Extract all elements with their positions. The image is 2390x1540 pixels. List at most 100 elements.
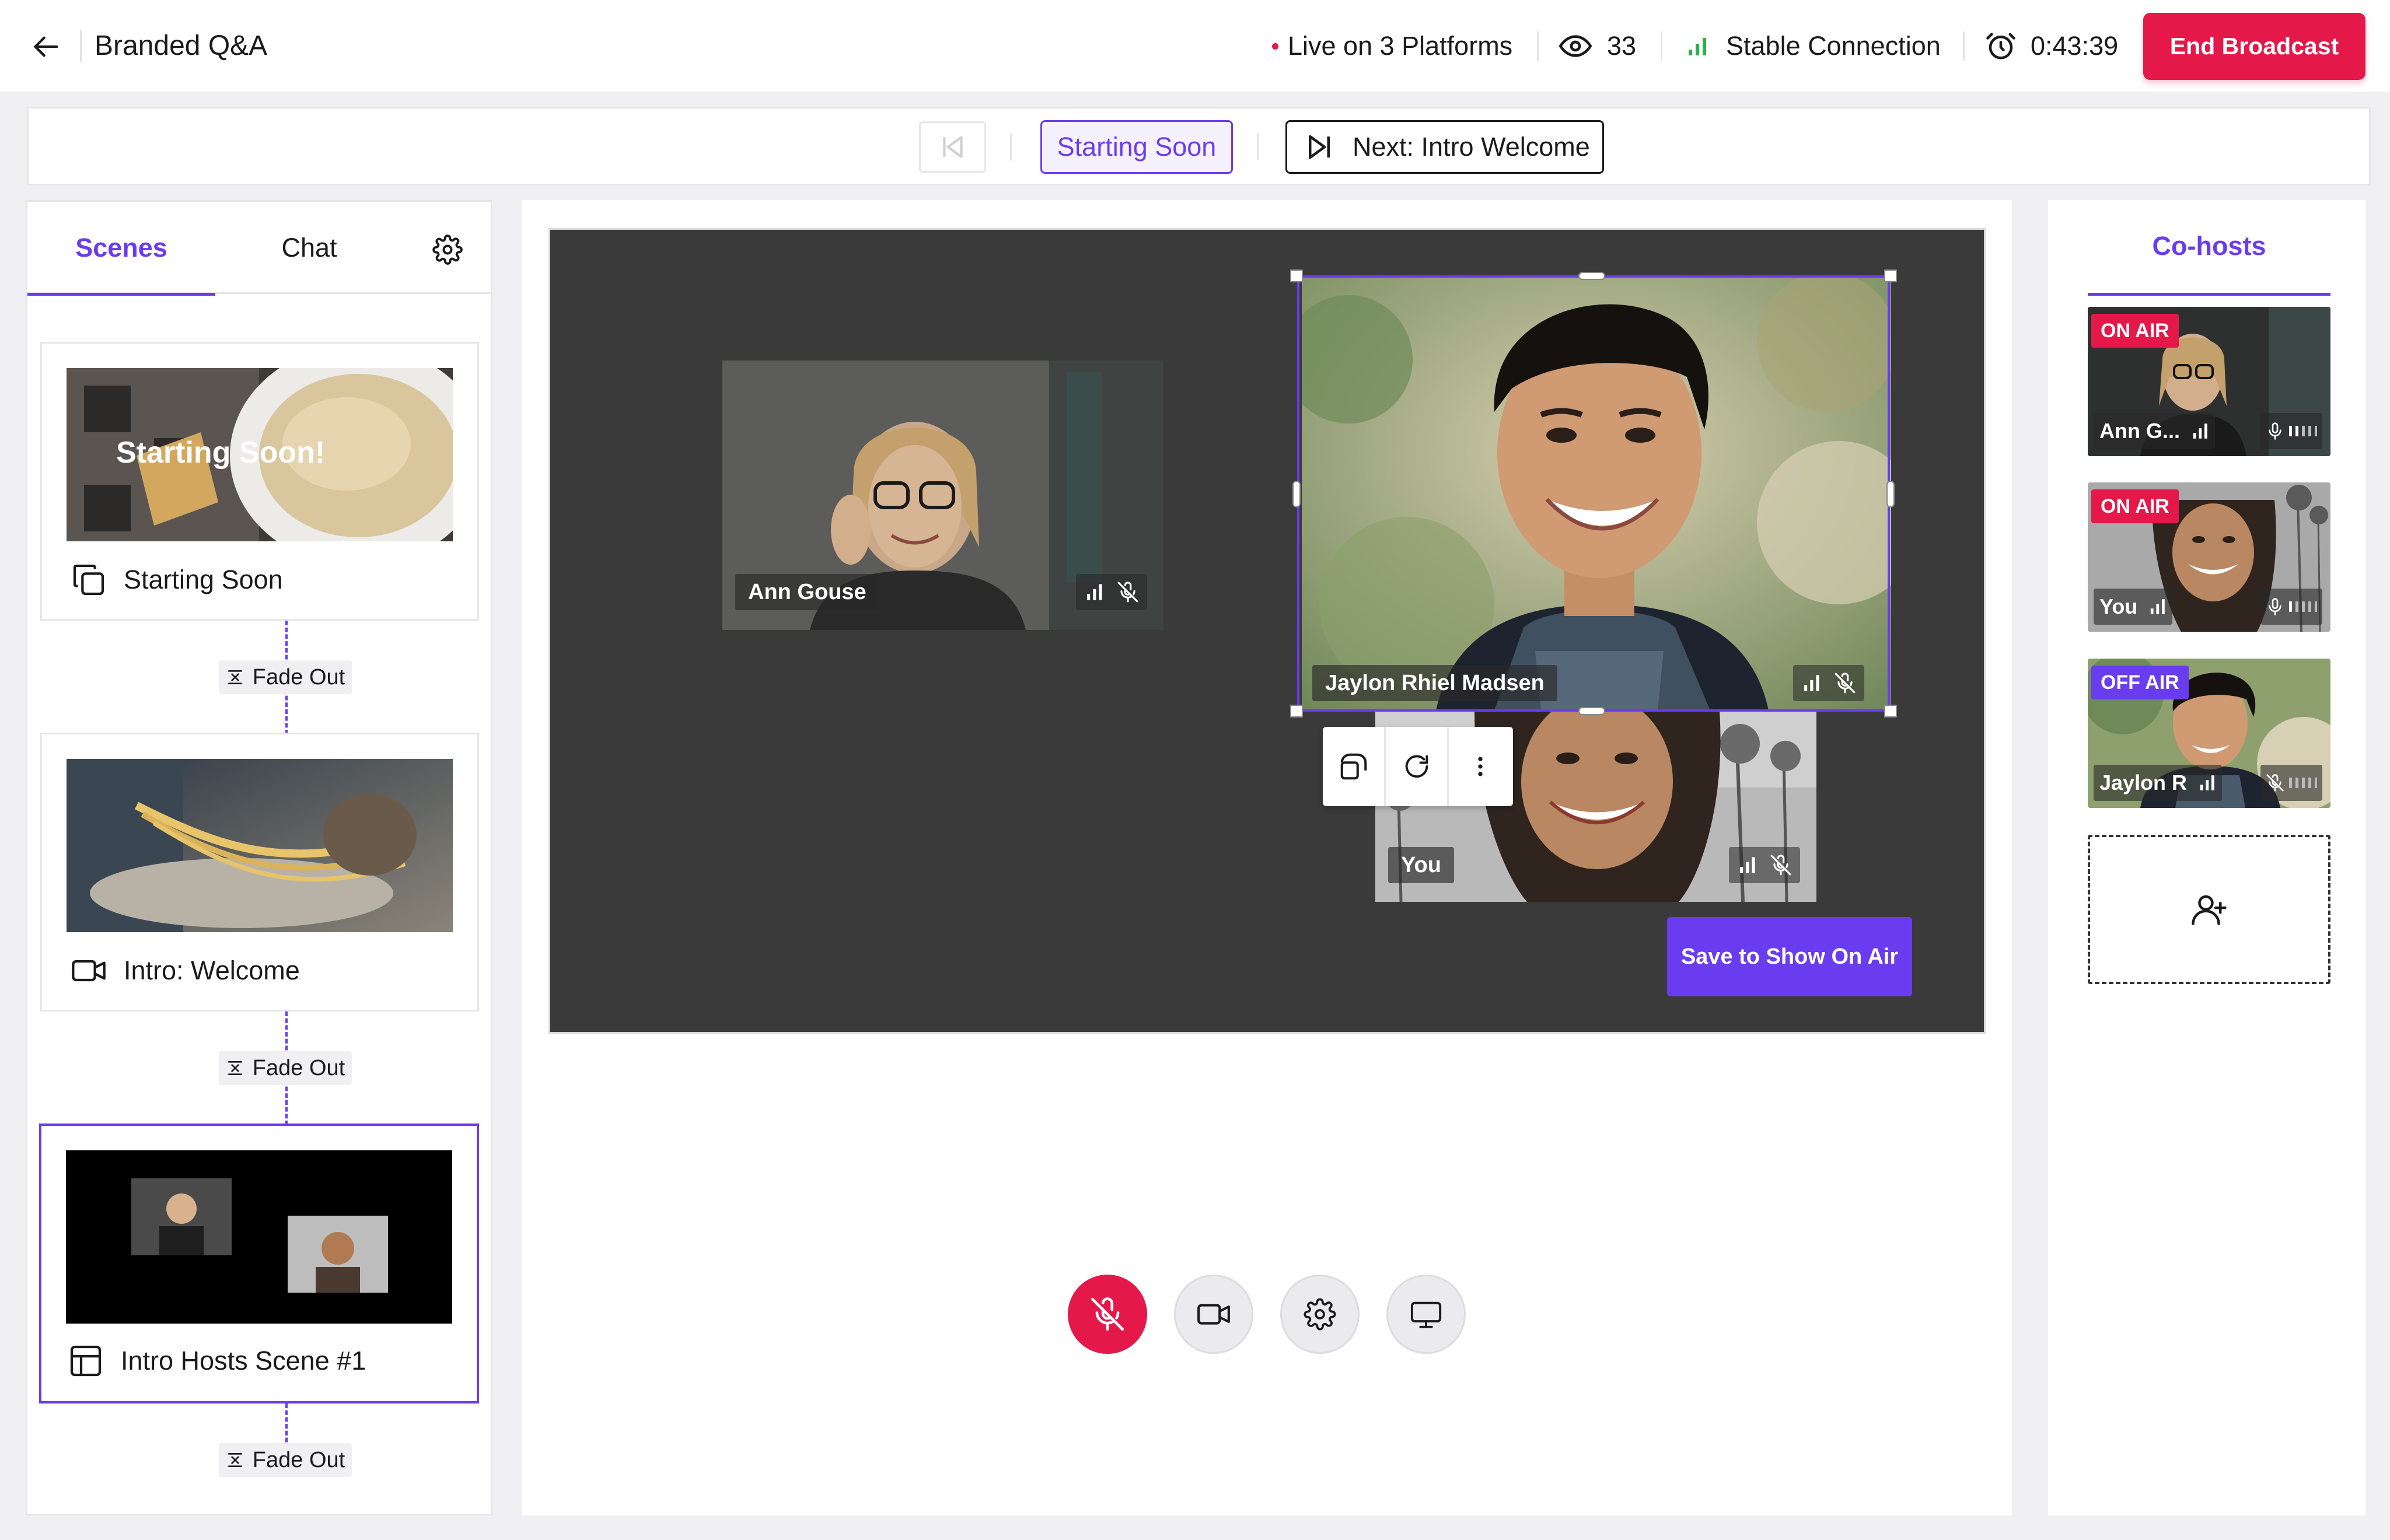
- cohost-name-tag: Ann G...: [2094, 413, 2215, 449]
- transition-label: Fade Out: [252, 1447, 345, 1472]
- tab-chat[interactable]: Chat: [215, 202, 403, 294]
- tile-status-icons: [1076, 574, 1147, 610]
- bring-to-front-button[interactable]: [1323, 727, 1386, 806]
- scene-thumbnail: [66, 1150, 452, 1324]
- tab-cohosts[interactable]: Co-hosts: [2088, 200, 2330, 296]
- mic-off-icon: [1117, 582, 1138, 603]
- audio-level-icon: [2289, 778, 2317, 788]
- settings-icon: [1304, 1298, 1336, 1331]
- transition-badge[interactable]: Fade Out: [219, 1051, 352, 1085]
- previous-scene-button[interactable]: [919, 121, 986, 173]
- screen-share-button[interactable]: [1386, 1275, 1466, 1354]
- live-status-text: Live on 3 Platforms: [1288, 31, 1513, 61]
- viewer-count: 33: [1559, 26, 1636, 66]
- header-divider: [80, 30, 82, 62]
- back-button[interactable]: [23, 23, 70, 70]
- next-scene-label: Next: Intro Welcome: [1353, 132, 1590, 162]
- scene-name: Intro Hosts Scene #1: [121, 1346, 366, 1376]
- rotate-button[interactable]: [1386, 727, 1449, 806]
- scene-card-starting-soon[interactable]: Starting Soon! Starting Soon: [40, 342, 479, 621]
- scene-name: Starting Soon: [124, 565, 283, 594]
- resize-handle[interactable]: [1886, 481, 1895, 508]
- participant-name-tag: Ann Gouse: [735, 574, 879, 610]
- pasta-making-image: [67, 759, 453, 932]
- mic-off-icon: [1770, 855, 1791, 876]
- status-divider: [1537, 32, 1539, 61]
- broadcast-title: Branded Q&A: [95, 30, 268, 61]
- fade-icon: [228, 670, 242, 684]
- skip-back-icon: [942, 136, 963, 158]
- transition-label: Fade Out: [252, 664, 345, 690]
- mute-toggle-button[interactable]: [1068, 1275, 1147, 1354]
- scene-card-intro-hosts[interactable]: Intro Hosts Scene #1: [39, 1124, 479, 1404]
- fade-icon: [228, 1453, 242, 1467]
- user-plus-icon: [2192, 895, 2227, 925]
- transition-label: Fade Out: [252, 1055, 345, 1080]
- current-scene-pill[interactable]: Starting Soon: [1040, 120, 1233, 174]
- signal-bars-icon: [2200, 775, 2214, 790]
- cohost-name-tag: Jaylon R: [2094, 765, 2223, 801]
- scene-thumbnail: Starting Soon!: [67, 368, 453, 541]
- cohost-card-jaylon[interactable]: OFF AIR Jaylon R: [2088, 659, 2330, 808]
- scene-label: Intro: Welcome: [70, 949, 300, 993]
- more-options-button[interactable]: [1449, 727, 1512, 806]
- resize-handle[interactable]: [1884, 270, 1897, 282]
- cohost-card-you[interactable]: ON AIR You: [2088, 482, 2330, 632]
- nav-divider: [1257, 134, 1259, 160]
- on-air-badge: ON AIR: [2091, 314, 2179, 348]
- mic-off-icon: [1835, 673, 1856, 694]
- save-to-show-button[interactable]: Save to Show On Air: [1667, 917, 1912, 996]
- refresh-icon: [1405, 755, 1428, 778]
- fade-icon: [228, 1061, 242, 1075]
- end-broadcast-button[interactable]: End Broadcast: [2143, 13, 2365, 80]
- audio-level-icon: [2289, 601, 2317, 612]
- scene-card-intro-welcome[interactable]: Intro: Welcome: [40, 733, 479, 1012]
- mic-off-icon: [2266, 774, 2284, 792]
- signal-bars-icon: [1740, 857, 1755, 873]
- audio-level-icon: [2289, 426, 2317, 436]
- transition-badge[interactable]: Fade Out: [219, 1443, 352, 1477]
- live-status: Live on 3 Platforms: [1272, 26, 1512, 66]
- more-vertical-icon: [1478, 757, 1483, 776]
- panel-settings-button[interactable]: [430, 232, 465, 267]
- cohost-name: Jaylon R: [2099, 771, 2188, 794]
- tab-scenes[interactable]: Scenes: [27, 202, 215, 296]
- off-air-badge: OFF AIR: [2091, 666, 2189, 699]
- signal-bars-icon: [1689, 38, 1706, 55]
- scene-label: Intro Hosts Scene #1: [67, 1339, 366, 1383]
- resize-handle[interactable]: [1290, 705, 1303, 718]
- camera-toggle-button[interactable]: [1174, 1275, 1253, 1354]
- connection-status-text: Stable Connection: [1726, 31, 1941, 61]
- copy-icon: [73, 564, 104, 596]
- resize-handle[interactable]: [1578, 707, 1605, 715]
- scene-name: Intro: Welcome: [124, 956, 300, 985]
- video-tile-jaylon[interactable]: Jaylon Rhiel Madsen: [1302, 278, 1891, 710]
- next-scene-button[interactable]: Next: Intro Welcome: [1285, 120, 1604, 174]
- add-cohost-button[interactable]: [2088, 835, 2330, 984]
- mic-icon: [2269, 422, 2281, 440]
- resize-handle[interactable]: [1578, 272, 1605, 280]
- thumb-overlay-text: Starting Soon!: [116, 436, 325, 470]
- arrow-left-icon: [34, 36, 58, 57]
- participant-video: [1302, 278, 1891, 710]
- signal-bars-icon: [1087, 584, 1102, 600]
- transition-badge[interactable]: Fade Out: [219, 660, 352, 694]
- broadcast-stage: Ann Gouse You Jaylon Rhiel Madsen Save t…: [548, 228, 1986, 1034]
- participant-name-tag: You: [1388, 847, 1454, 883]
- settings-button[interactable]: [1280, 1275, 1360, 1354]
- video-tile-ann[interactable]: Ann Gouse: [722, 360, 1163, 630]
- signal-bars-icon: [1804, 675, 1819, 691]
- connection-status: Stable Connection: [1686, 26, 1941, 66]
- resize-handle[interactable]: [1292, 481, 1301, 508]
- scene-label: Starting Soon: [70, 558, 283, 602]
- stage-panel: Ann Gouse You Jaylon Rhiel Madsen Save t…: [522, 200, 2012, 1516]
- mic-icon: [2269, 598, 2281, 615]
- resize-handle[interactable]: [1884, 705, 1897, 718]
- layout-icon: [70, 1345, 102, 1377]
- elapsed-time-text: 0:43:39: [2031, 31, 2119, 61]
- gear-icon: [432, 235, 463, 265]
- camera-icon: [1197, 1304, 1230, 1325]
- cohost-card-ann[interactable]: ON AIR Ann G...: [2088, 307, 2330, 456]
- status-divider: [1661, 32, 1662, 61]
- resize-handle[interactable]: [1290, 270, 1303, 282]
